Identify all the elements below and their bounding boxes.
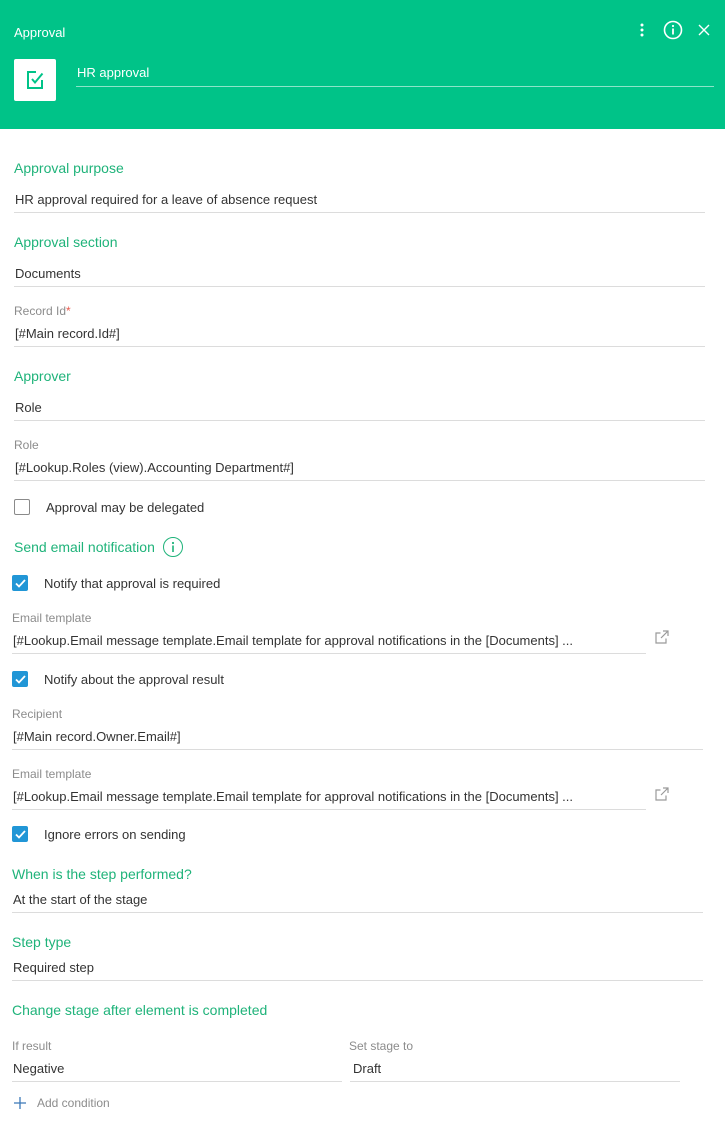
checkbox-checked[interactable] <box>12 671 28 687</box>
step-type-underline <box>12 980 703 981</box>
approval-section-label: Approval section <box>14 234 118 250</box>
email-template-label: Email template <box>12 611 92 625</box>
plus-icon <box>14 1097 26 1109</box>
close-icon[interactable] <box>693 19 715 41</box>
approver-label: Approver <box>14 368 71 384</box>
approval-purpose-label: Approval purpose <box>14 160 124 176</box>
approver-underline <box>14 420 705 421</box>
notify-required-checkbox[interactable]: Notify that approval is required <box>12 575 220 591</box>
record-id-underline <box>14 346 705 347</box>
step-type-input[interactable]: Required step <box>13 960 703 975</box>
if-result-input[interactable]: Negative <box>13 1061 338 1076</box>
approval-purpose-input[interactable]: HR approval required for a leave of abse… <box>15 192 705 207</box>
email-template-label: Email template <box>12 767 92 781</box>
info-icon[interactable] <box>162 537 183 557</box>
external-link-icon[interactable] <box>654 786 670 807</box>
set-stage-underline <box>350 1081 680 1082</box>
approval-section-underline <box>14 286 705 287</box>
approval-check-icon <box>14 59 56 101</box>
set-stage-input[interactable]: Draft <box>353 1061 678 1076</box>
recipient-label: Recipient <box>12 707 63 721</box>
email-notification-label: Send email notification <box>14 539 155 555</box>
record-id-label: Record Id* <box>14 304 71 318</box>
info-icon[interactable] <box>662 19 684 41</box>
delegation-checkbox[interactable]: Approval may be delegated <box>14 499 204 515</box>
approval-section-input[interactable]: Documents <box>15 266 705 281</box>
change-stage-label: Change stage after element is completed <box>12 1002 268 1018</box>
approval-purpose-underline <box>14 212 705 213</box>
required-mark: * <box>66 304 71 318</box>
element-name-input[interactable]: HR approval <box>76 57 714 87</box>
header-actions <box>622 19 715 41</box>
element-name-value: HR approval <box>77 65 150 80</box>
checkbox-checked[interactable] <box>12 575 28 591</box>
when-performed-label: When is the step performed? <box>12 866 192 882</box>
role-underline <box>14 480 705 481</box>
page-header: Approval HR approval <box>0 0 725 129</box>
role-label: Role <box>14 438 39 452</box>
recipient-input[interactable]: [#Main record.Owner.Email#] <box>13 729 703 744</box>
add-condition-label: Add condition <box>37 1096 110 1110</box>
add-condition-button[interactable]: Add condition <box>13 1096 110 1110</box>
email-template-input[interactable]: [#Lookup.Email message template.Email te… <box>13 789 643 804</box>
notify-required-label: Notify that approval is required <box>44 575 221 591</box>
if-result-underline <box>12 1081 342 1082</box>
ignore-errors-label: Ignore errors on sending <box>44 826 186 842</box>
panel-title: Approval <box>14 25 66 40</box>
role-input[interactable]: [#Lookup.Roles (view).Accounting Departm… <box>15 460 705 475</box>
record-id-input[interactable]: [#Main record.Id#] <box>15 326 705 341</box>
delegation-label: Approval may be delegated <box>46 499 205 515</box>
email-template-input[interactable]: [#Lookup.Email message template.Email te… <box>13 633 643 648</box>
checkbox-unchecked[interactable] <box>14 499 30 515</box>
email-template-underline <box>12 653 646 654</box>
set-stage-label: Set stage to <box>349 1039 414 1053</box>
external-link-icon[interactable] <box>654 629 670 650</box>
ignore-errors-checkbox[interactable]: Ignore errors on sending <box>12 826 186 842</box>
step-type-label: Step type <box>12 934 72 950</box>
when-performed-input[interactable]: At the start of the stage <box>13 892 703 907</box>
more-vertical-icon[interactable] <box>631 19 653 41</box>
if-result-label: If result <box>12 1039 52 1053</box>
email-template-underline <box>12 809 646 810</box>
approver-input[interactable]: Role <box>15 400 705 415</box>
when-performed-underline <box>12 912 703 913</box>
notify-result-label: Notify about the approval result <box>44 671 224 687</box>
recipient-underline <box>12 749 703 750</box>
record-id-label-text: Record Id <box>14 304 67 318</box>
email-notification-header: Send email notification <box>14 537 183 557</box>
checkbox-checked[interactable] <box>12 826 28 842</box>
notify-result-checkbox[interactable]: Notify about the approval result <box>12 671 224 687</box>
